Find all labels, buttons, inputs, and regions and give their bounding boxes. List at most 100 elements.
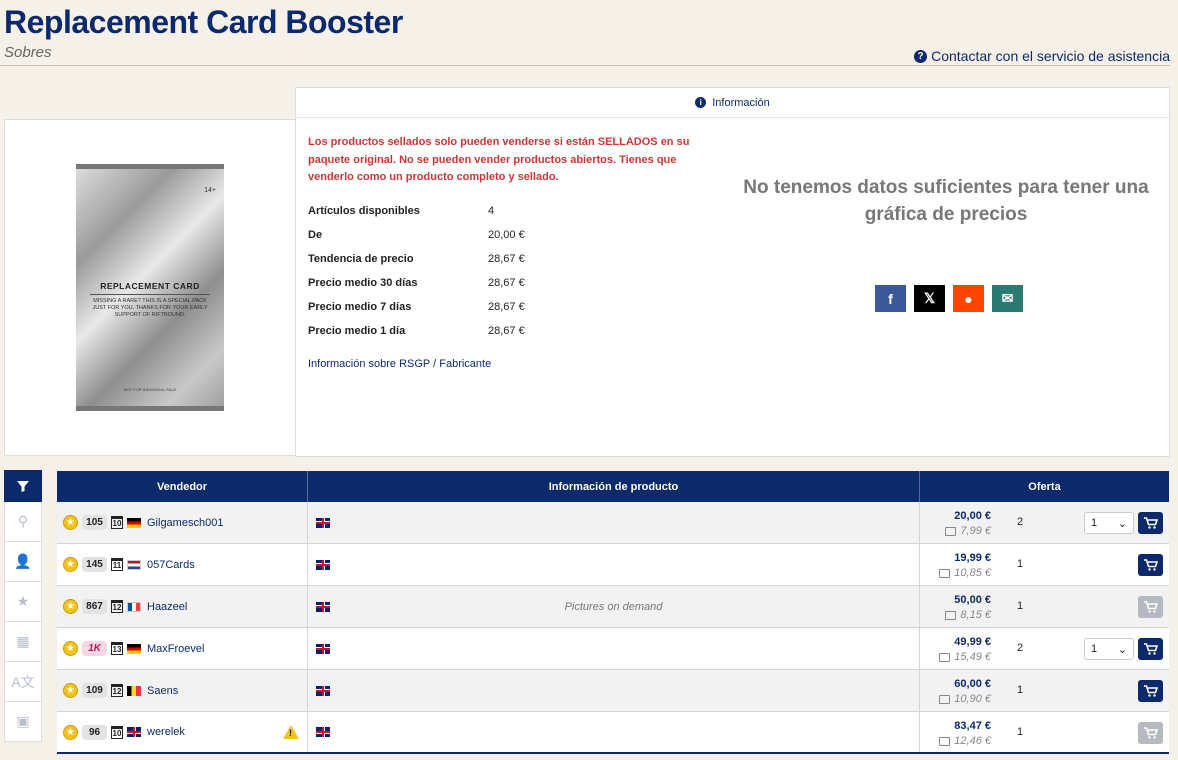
price-stats: Artículos disponibles 4 De 20,00 € Tendencia… — [308, 199, 568, 343]
shipping-value: 12,46 € — [954, 735, 991, 747]
shipping-value: 10,85 € — [954, 567, 991, 579]
stat-row: De 20,00 € — [308, 223, 568, 247]
info-panel: i Información Los productos sellados sol… — [295, 87, 1170, 457]
col-header-product-info: Información de producto — [308, 471, 920, 502]
seller-rating-star-icon: ★ — [63, 641, 78, 656]
language-flag-icon — [316, 643, 330, 654]
shipping-value: 10,90 € — [954, 693, 991, 705]
no-chart-message: No tenemos datos suficientes para tener … — [743, 177, 1149, 225]
stat-label: Tendencia de precio — [308, 253, 414, 265]
seller-rating-star-icon: ★ — [63, 557, 78, 572]
shipping-value: 7,99 € — [960, 525, 991, 537]
product-image[interactable]: 14+ REPLACEMENT CARD MISSING A RARE? THI… — [76, 164, 224, 411]
seller-cell: ★ 105 10 Gilgamesch001 — [57, 502, 308, 543]
booster-description: MISSING A RARE? THIS IS A SPECIAL PACK J… — [92, 298, 208, 318]
quantity-select[interactable]: 1 ⌄ — [1084, 512, 1134, 534]
stat-label: De — [308, 229, 323, 241]
x-icon: 𝕏 — [923, 290, 936, 306]
cart-icon — [1143, 685, 1158, 697]
product-info-cell — [308, 712, 920, 752]
stat-label: Precio medio 30 días — [308, 277, 418, 289]
seller-country-flag-icon — [127, 559, 141, 570]
offer-cell: 60,00 € 10,90 € 1 — [920, 670, 1169, 711]
language-icon: A文 — [11, 673, 35, 690]
product-info-cell — [308, 544, 920, 585]
stat-row: Precio medio 1 día 28,67 € — [308, 319, 568, 343]
seller-sales-count: 1K — [82, 641, 107, 656]
seller-sales-count: 867 — [82, 599, 107, 614]
add-to-cart-button[interactable] — [1138, 512, 1163, 534]
seller-years-icon: 10 — [111, 725, 123, 739]
shipping-cost: 10,90 € — [939, 693, 991, 705]
social-share: f 𝕏 ● ✉ — [875, 285, 1023, 312]
stat-value: 28,67 € — [488, 301, 525, 313]
tab-informacion[interactable]: i Información — [296, 88, 1169, 118]
available-quantity: 1 — [1017, 558, 1024, 570]
email-icon: ✉ — [1001, 290, 1014, 306]
filter-user[interactable]: 👤 — [4, 542, 42, 582]
seller-name-link[interactable]: Saens — [147, 685, 178, 697]
product-comment: Pictures on demand — [564, 600, 663, 613]
filter-image[interactable]: ▣ — [4, 702, 42, 742]
stat-value: 20,00 € — [488, 229, 525, 241]
x-share-button[interactable]: 𝕏 — [914, 285, 945, 312]
seller-name-link[interactable]: MaxFroevel — [147, 643, 204, 655]
offer-cell: 50,00 € 8,15 € 1 — [920, 586, 1169, 627]
product-info-cell — [308, 502, 920, 543]
filter-star[interactable]: ★ — [4, 582, 42, 622]
shipping-cost: 8,15 € — [945, 609, 991, 621]
available-quantity: 2 — [1017, 516, 1024, 528]
offer-cell: 19,99 € 10,85 € 1 — [920, 544, 1169, 585]
cart-icon — [1143, 559, 1158, 571]
seller-name-link[interactable]: Gilgamesch001 — [147, 517, 223, 529]
booster-divider — [90, 294, 210, 295]
add-to-cart-button[interactable] — [1138, 680, 1163, 702]
offer-price: 60,00 € — [954, 678, 991, 690]
table-row: ★ 96 10 werelek! 83,47 € 12,46 € 1 — [57, 712, 1169, 754]
filter-location[interactable]: ⚲ — [4, 502, 42, 542]
language-flag-icon — [316, 517, 330, 528]
seller-name-link[interactable]: 057Cards — [147, 559, 195, 571]
filter-calendar[interactable]: ▦ — [4, 622, 42, 662]
add-to-cart-button — [1138, 722, 1163, 744]
quantity-select[interactable]: 1 ⌄ — [1084, 638, 1134, 660]
add-to-cart-button[interactable] — [1138, 554, 1163, 576]
cart-icon — [1143, 643, 1158, 655]
seller-years-icon: 13 — [111, 642, 123, 655]
available-quantity: 2 — [1017, 642, 1024, 654]
add-to-cart-button[interactable] — [1138, 638, 1163, 660]
seller-years-icon: 11 — [111, 558, 123, 571]
col-header-offer: Oferta — [1028, 480, 1061, 493]
filter-icon — [17, 481, 29, 492]
reddit-share-button[interactable]: ● — [953, 285, 984, 312]
stat-label: Precio medio 1 día — [308, 325, 406, 337]
booster-title: REPLACEMENT CARD — [100, 281, 200, 291]
stat-value: 4 — [488, 205, 495, 217]
email-share-button[interactable]: ✉ — [992, 285, 1023, 312]
rsgp-link[interactable]: Información sobre RSGP / Fabricante — [308, 358, 491, 370]
seller-name-link[interactable]: Haazeel — [147, 601, 187, 613]
filter-language[interactable]: A文 — [4, 662, 42, 702]
booster-footer: NOT FOR INDIVIDUAL SALE — [123, 387, 177, 392]
seller-name-link[interactable]: werelek — [147, 726, 185, 738]
booster-age-rating: 14+ — [204, 187, 216, 194]
seller-rating-star-icon: ★ — [63, 683, 78, 698]
warning-icon[interactable]: ! — [283, 725, 299, 739]
seller-sales-count: 96 — [82, 724, 107, 740]
support-link[interactable]: ? Contactar con el servicio de asistenci… — [914, 48, 1170, 64]
filter-toggle-button[interactable] — [4, 470, 42, 502]
available-quantity: 1 — [1017, 600, 1024, 612]
location-icon: ⚲ — [17, 513, 29, 529]
shipping-icon — [939, 568, 951, 578]
facebook-share-button[interactable]: f — [875, 285, 906, 312]
stat-value: 28,67 € — [488, 325, 525, 337]
shipping-icon — [945, 526, 957, 536]
quantity-select-value: 1 — [1091, 643, 1098, 655]
offer-price: 50,00 € — [954, 594, 991, 606]
seller-country-flag-icon — [127, 685, 141, 696]
seller-rating-star-icon: ★ — [63, 724, 78, 740]
stat-row: Artículos disponibles 4 — [308, 199, 568, 223]
table-row: ★ 867 12 Haazeel Pictures on demand 50,00 € 8,… — [57, 586, 1169, 628]
stat-value: 28,67 € — [488, 277, 525, 289]
stat-row: Precio medio 30 días 28,67 € — [308, 271, 568, 295]
